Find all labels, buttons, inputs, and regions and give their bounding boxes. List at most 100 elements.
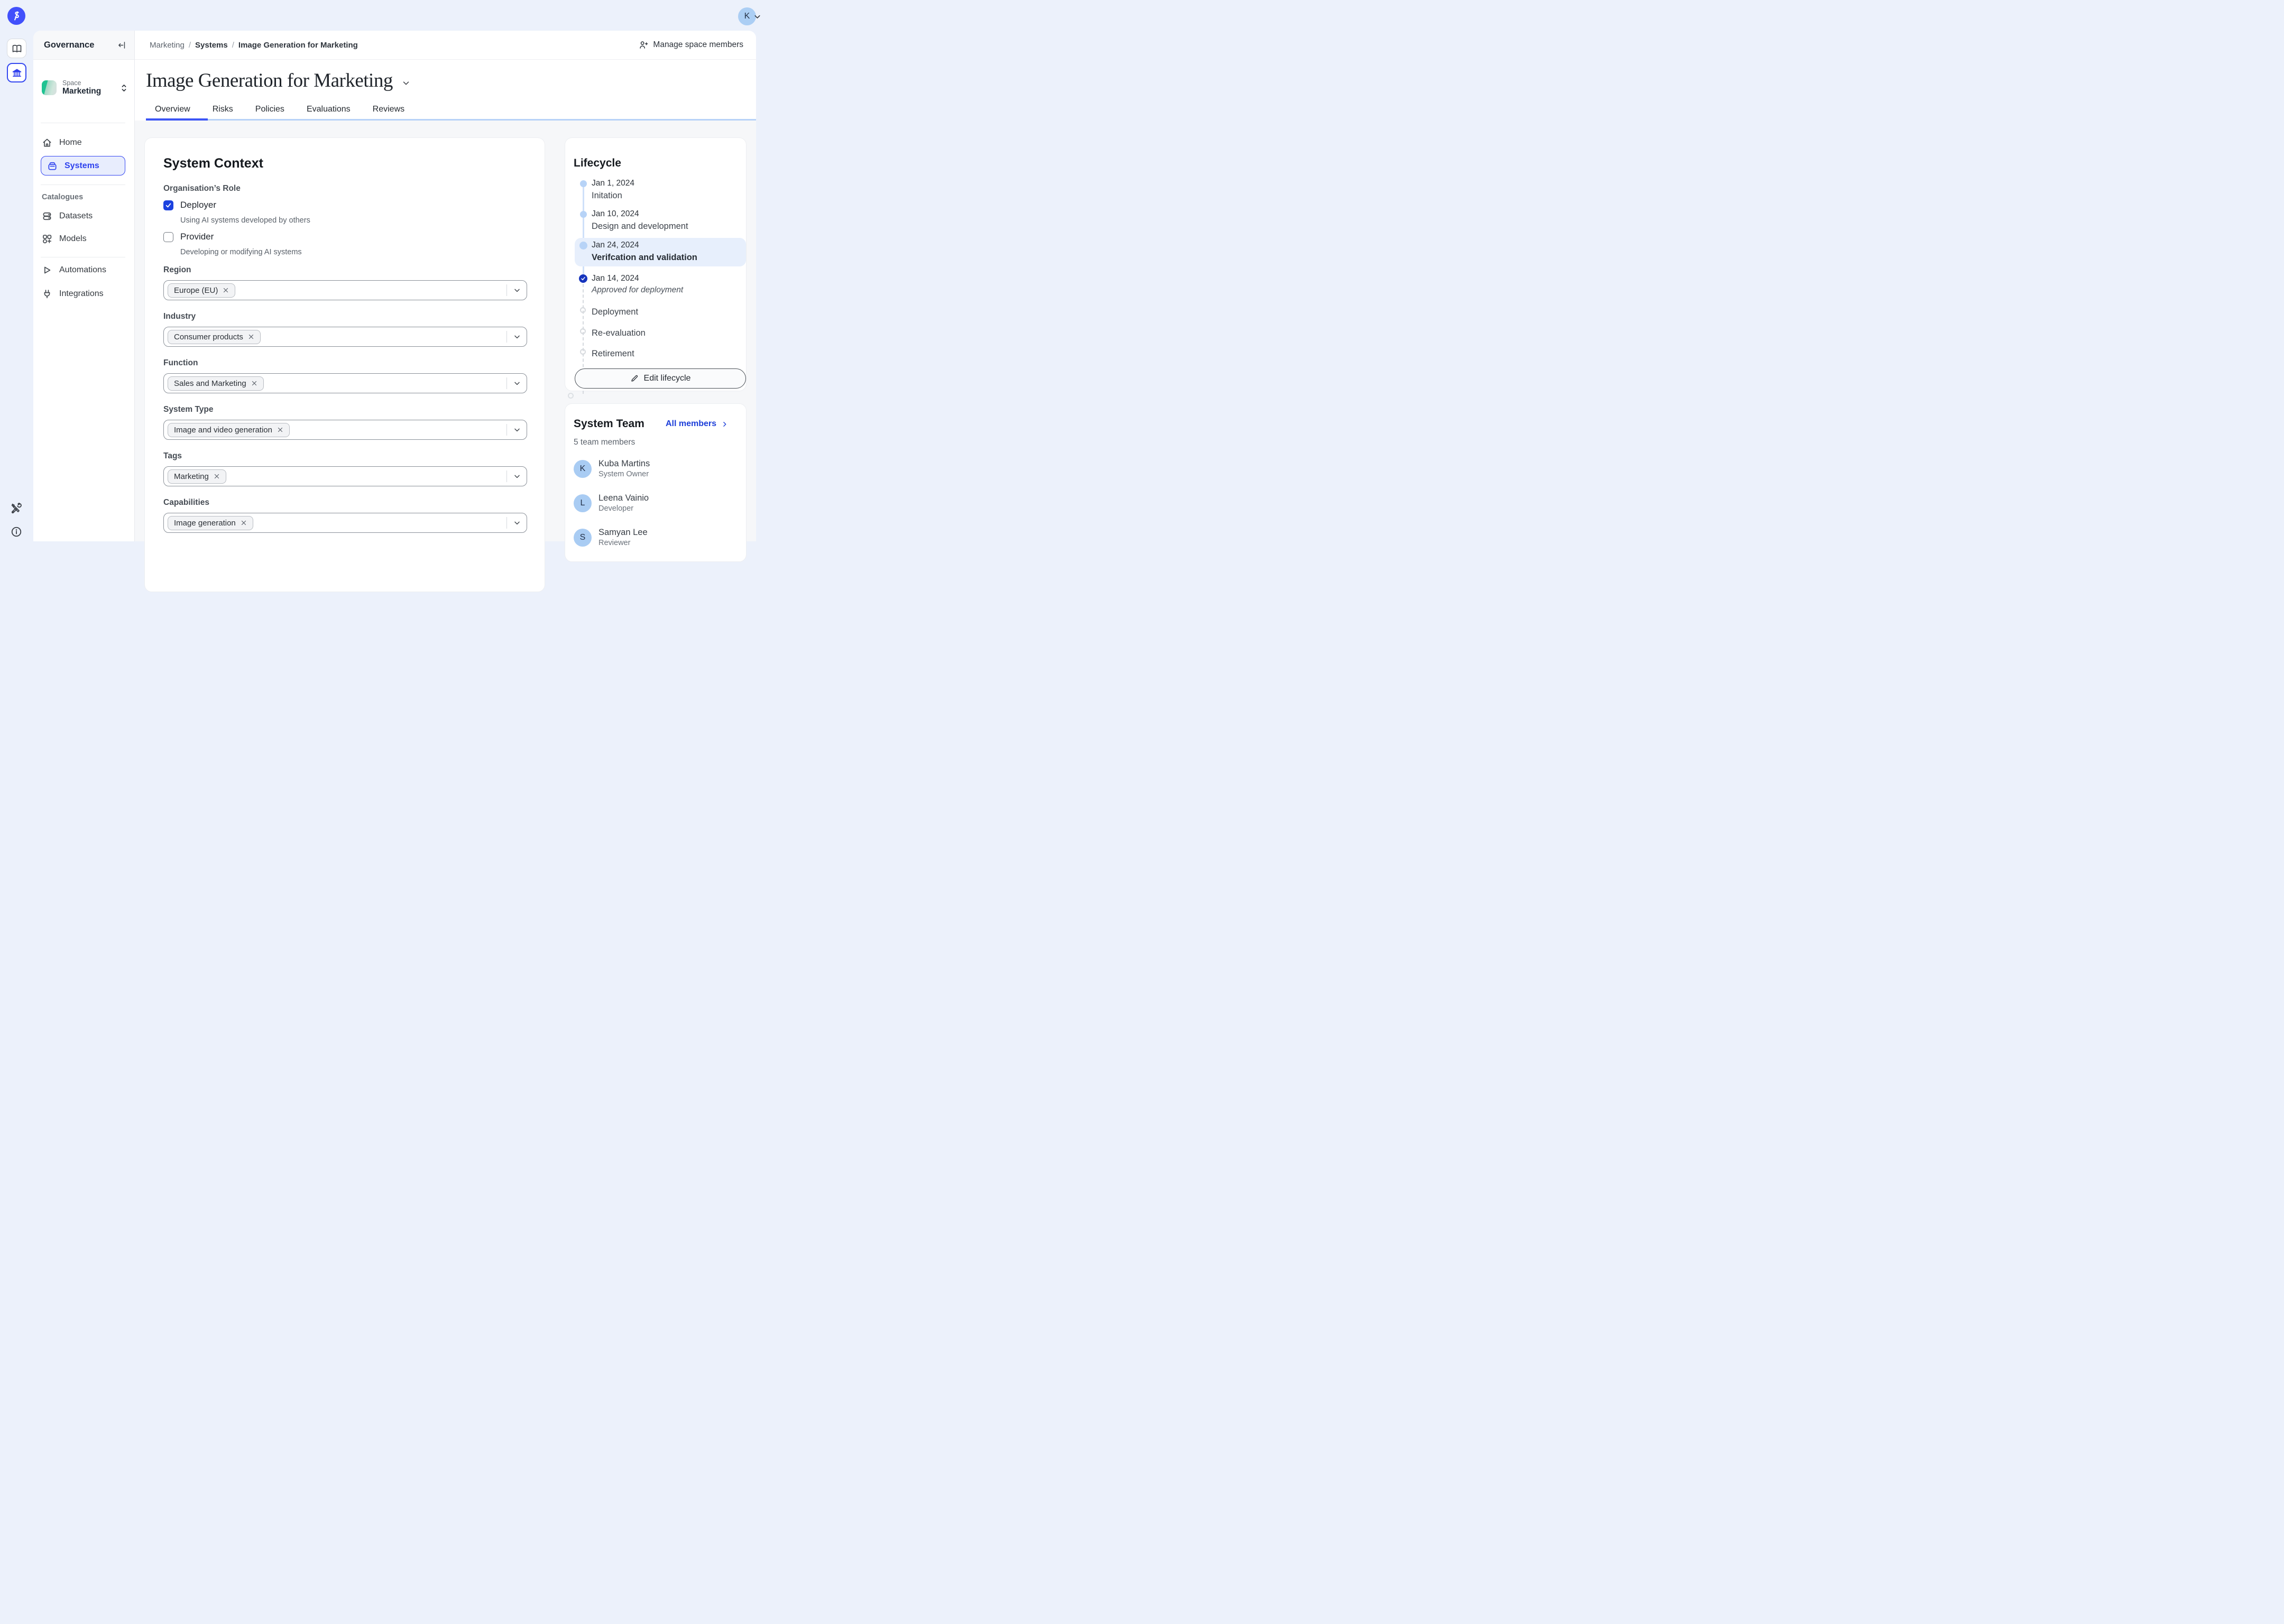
capabilities-select[interactable]: Image generation bbox=[163, 513, 527, 533]
team-count: 5 team members bbox=[574, 438, 731, 447]
bank-icon bbox=[12, 68, 22, 78]
lifecycle-timeline: Jan 1, 2024 Initation Jan 10, 2024 Desig… bbox=[574, 176, 738, 393]
sidebar-item-models[interactable]: Models bbox=[42, 230, 87, 247]
select-divider bbox=[506, 517, 507, 529]
chevron-down-icon[interactable] bbox=[513, 472, 521, 481]
chevron-down-icon[interactable] bbox=[513, 333, 521, 341]
info-icon[interactable] bbox=[11, 526, 22, 538]
lifecycle-event[interactable]: Deployment bbox=[592, 305, 738, 317]
sidebar-item-datasets[interactable]: Datasets bbox=[42, 208, 93, 225]
system-type-chip: Image and video generation bbox=[168, 423, 290, 437]
space-kind-label: Space bbox=[62, 79, 114, 87]
tab-risks[interactable]: Risks bbox=[204, 98, 242, 120]
edit-lifecycle-button[interactable]: Edit lifecycle bbox=[575, 368, 746, 389]
chevron-down-icon[interactable] bbox=[513, 379, 521, 387]
lifecycle-event[interactable]: Jan 14, 2024 Approved for deployment bbox=[592, 273, 738, 296]
sidebar-item-label: Systems bbox=[65, 161, 99, 171]
sidebar-item-systems[interactable]: Systems bbox=[41, 156, 125, 176]
provider-label: Provider bbox=[180, 232, 214, 242]
chip-remove-icon[interactable] bbox=[214, 473, 220, 479]
timeline-dot-hollow bbox=[568, 393, 574, 399]
collapse-sidebar-icon[interactable] bbox=[117, 41, 126, 50]
tools-icon[interactable] bbox=[11, 503, 22, 514]
manage-label: Manage space members bbox=[653, 40, 743, 50]
sidebar-item-automations[interactable]: Automations bbox=[42, 262, 106, 279]
role-provider: Provider bbox=[163, 232, 526, 242]
title-chevron-down-icon[interactable] bbox=[401, 74, 411, 88]
chevron-right-icon bbox=[721, 421, 728, 428]
system-team-card: System Team All members 5 team members K… bbox=[565, 403, 747, 562]
lifecycle-event[interactable]: Jan 10, 2024 Design and development bbox=[592, 209, 738, 232]
divider bbox=[41, 184, 125, 185]
person-plus-icon bbox=[639, 40, 648, 50]
team-member-row[interactable]: L Leena Vainio Developer bbox=[574, 493, 731, 513]
tab-bar: Overview Risks Policies Evaluations Revi… bbox=[146, 98, 413, 120]
field-function: Function Sales and Marketing bbox=[163, 358, 526, 393]
breadcrumb: Marketing / Systems / Image Generation f… bbox=[150, 41, 358, 50]
manage-space-members-button[interactable]: Manage space members bbox=[639, 40, 743, 50]
function-select[interactable]: Sales and Marketing bbox=[163, 373, 527, 393]
chip-remove-icon[interactable] bbox=[241, 520, 247, 526]
member-name: Leena Vainio bbox=[598, 493, 649, 503]
chevron-down-icon[interactable] bbox=[513, 426, 521, 434]
user-menu-chevron-icon[interactable] bbox=[753, 12, 762, 21]
industry-select[interactable]: Consumer products bbox=[163, 327, 527, 347]
sidebar-item-label: Automations bbox=[59, 265, 106, 275]
team-heading: System Team bbox=[574, 418, 644, 430]
lifecycle-event-current[interactable]: Jan 24, 2024 Verifcation and validation bbox=[592, 240, 738, 263]
pencil-icon bbox=[630, 374, 639, 383]
chip-remove-icon[interactable] bbox=[248, 334, 254, 340]
deployer-checkbox[interactable] bbox=[163, 200, 173, 210]
systems-icon bbox=[47, 161, 58, 171]
tags-chip: Marketing bbox=[168, 469, 226, 484]
tags-select[interactable]: Marketing bbox=[163, 466, 527, 486]
app-logo[interactable] bbox=[7, 7, 25, 25]
member-role: Developer bbox=[598, 504, 649, 513]
sidebar-title: Governance bbox=[44, 40, 117, 50]
chevron-down-icon[interactable] bbox=[513, 286, 521, 294]
datasets-icon bbox=[42, 211, 52, 222]
field-capabilities: Capabilities Image generation bbox=[163, 498, 526, 533]
library-rail-button[interactable] bbox=[7, 39, 26, 58]
field-tags: Tags Marketing bbox=[163, 451, 526, 486]
home-icon bbox=[42, 137, 52, 148]
provider-checkbox[interactable] bbox=[163, 232, 173, 242]
field-region: Region Europe (EU) bbox=[163, 265, 526, 300]
tab-policies[interactable]: Policies bbox=[246, 98, 293, 120]
book-icon bbox=[12, 43, 22, 54]
page-title: Image Generation for Marketing bbox=[146, 69, 393, 92]
tab-overview[interactable]: Overview bbox=[146, 98, 199, 120]
select-divider bbox=[506, 331, 507, 343]
sidebar-item-home[interactable]: Home bbox=[42, 134, 82, 151]
system-context-card: System Context Organisation’s Role Deplo… bbox=[144, 137, 545, 592]
breadcrumb-item[interactable]: Marketing bbox=[150, 41, 185, 50]
all-members-link[interactable]: All members bbox=[666, 419, 728, 429]
chip-remove-icon[interactable] bbox=[223, 287, 229, 293]
lifecycle-event[interactable]: Re-evaluation bbox=[592, 326, 738, 338]
function-chip: Sales and Marketing bbox=[168, 376, 264, 391]
chevron-down-icon[interactable] bbox=[513, 519, 521, 527]
check-badge-icon bbox=[579, 274, 587, 283]
breadcrumb-item[interactable]: Systems bbox=[195, 41, 228, 50]
system-type-select[interactable]: Image and video generation bbox=[163, 420, 527, 440]
timeline-dot-hollow bbox=[580, 349, 586, 355]
lifecycle-event[interactable]: Jan 1, 2024 Initation bbox=[592, 178, 738, 201]
member-role: System Owner bbox=[598, 470, 650, 479]
team-member-row[interactable]: S Samyan Lee Reviewer bbox=[574, 528, 731, 548]
region-select[interactable]: Europe (EU) bbox=[163, 280, 527, 300]
tab-evaluations[interactable]: Evaluations bbox=[298, 98, 360, 120]
chip-remove-icon[interactable] bbox=[277, 427, 283, 433]
provider-description: Developing or modifying AI systems bbox=[180, 247, 526, 257]
icon-rail bbox=[0, 0, 33, 541]
chip-remove-icon[interactable] bbox=[251, 380, 257, 386]
timeline-dot-hollow bbox=[580, 307, 586, 313]
lifecycle-event[interactable]: Retirement bbox=[592, 347, 738, 359]
up-down-chevrons-icon bbox=[120, 84, 128, 93]
sidebar-item-label: Datasets bbox=[59, 211, 93, 221]
tab-reviews[interactable]: Reviews bbox=[364, 98, 413, 120]
team-member-row[interactable]: K Kuba Martins System Owner bbox=[574, 459, 731, 479]
member-role: Reviewer bbox=[598, 539, 648, 548]
governance-rail-button[interactable] bbox=[7, 63, 26, 82]
sidebar-item-integrations[interactable]: Integrations bbox=[42, 285, 104, 302]
space-selector[interactable]: Space Marketing bbox=[42, 73, 128, 103]
